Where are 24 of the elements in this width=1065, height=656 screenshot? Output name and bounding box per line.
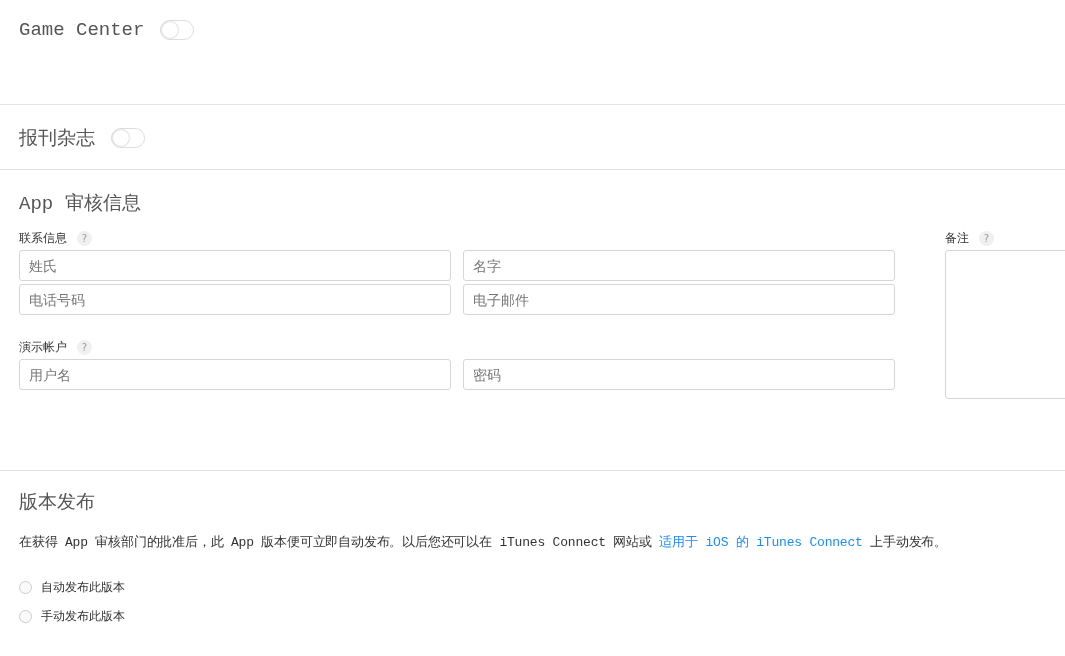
itunes-connect-link[interactable]: 适用于 iOS 的 iTunes Connect: [659, 535, 863, 550]
help-icon[interactable]: ?: [77, 339, 92, 355]
field-label: 演示帐户: [19, 338, 67, 356]
toggle-switch[interactable]: [160, 20, 195, 40]
radio-label[interactable]: 手动发布此版本: [41, 608, 125, 625]
section-title: 版本发布: [19, 492, 95, 514]
toggle-switch[interactable]: [111, 128, 145, 148]
input-field[interactable]: 电子邮件: [463, 284, 895, 315]
section-title: Game Center: [19, 19, 145, 41]
input-field[interactable]: 名字: [463, 250, 895, 281]
release-description: 在获得 App 审核部门的批准后，此 App 版本便可立即自动发布。以后您还可以在 iTunes Connect 网站或 适用于 iOS 的 iTunes Connect 上手动发布。: [19, 534, 949, 551]
radio-button[interactable]: [19, 581, 32, 594]
input-field[interactable]: 用户名: [19, 359, 451, 390]
field-label: 联系信息: [19, 229, 67, 247]
section-title: App 审核信息: [19, 193, 141, 215]
input-field[interactable]: 密码: [463, 359, 895, 390]
help-icon[interactable]: ?: [77, 230, 92, 246]
field-label: 备注: [945, 229, 969, 247]
radio-button[interactable]: [19, 610, 32, 623]
input-field[interactable]: 电话号码: [19, 284, 451, 315]
help-icon[interactable]: ?: [979, 230, 994, 246]
section-title: 报刊杂志: [19, 127, 95, 151]
radio-label[interactable]: 自动发布此版本: [41, 579, 125, 596]
input-field[interactable]: 姓氏: [19, 250, 451, 281]
